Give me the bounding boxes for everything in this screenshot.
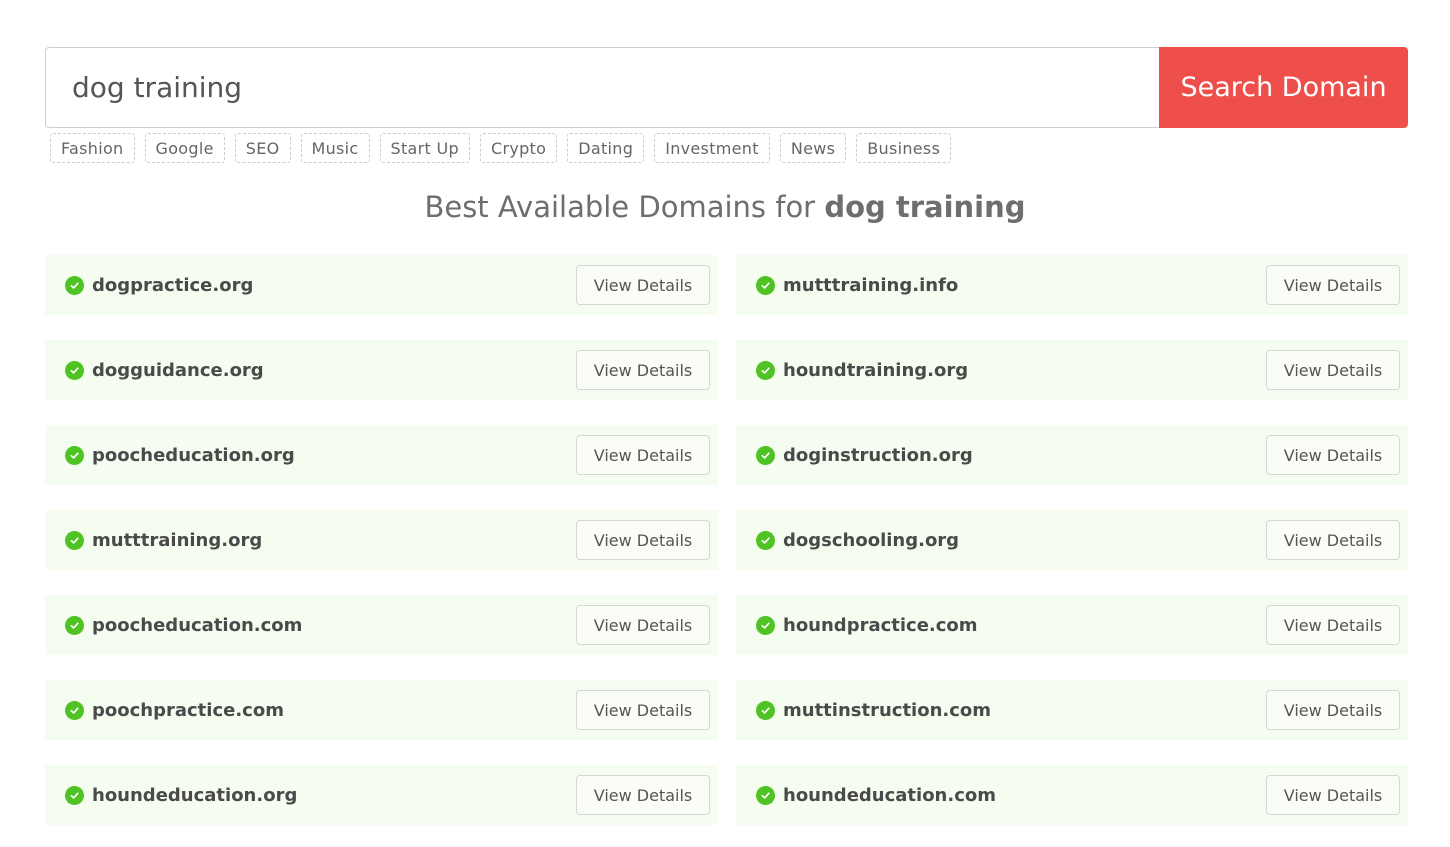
check-circle-icon	[65, 785, 84, 805]
domain-name: mutttraining.info	[783, 274, 959, 296]
checkmark-glyph	[761, 451, 770, 459]
check-circle-icon	[65, 275, 84, 295]
domain-result-row: dogschooling.org View Details	[736, 510, 1408, 570]
checkmark-glyph	[70, 621, 79, 629]
checkmark-glyph	[70, 366, 79, 374]
checkmark-glyph	[761, 791, 770, 799]
view-details-button[interactable]: View Details	[576, 265, 710, 305]
domain-result-row: houndpractice.com View Details	[736, 595, 1408, 655]
check-circle-icon	[65, 445, 84, 465]
domain-name: dogpractice.org	[92, 274, 254, 296]
search-domain-button[interactable]: Search Domain	[1159, 47, 1408, 128]
domain-result-row: houndeducation.org View Details	[45, 765, 718, 825]
domain-name: houndeducation.org	[92, 784, 298, 806]
heading-keyword: dog training	[824, 190, 1026, 224]
check-circle-icon	[756, 700, 775, 720]
domain-result-row: poochpractice.com View Details	[45, 680, 718, 740]
check-circle-icon	[756, 530, 775, 550]
domain-name: muttinstruction.com	[783, 699, 992, 721]
checkmark-glyph	[70, 281, 79, 289]
view-details-button[interactable]: View Details	[576, 690, 710, 730]
domain-result-row: houndtraining.org View Details	[736, 340, 1408, 400]
search-input[interactable]	[45, 47, 1159, 128]
view-details-button[interactable]: View Details	[1266, 265, 1400, 305]
view-details-button[interactable]: View Details	[576, 775, 710, 815]
results-heading: Best Available Domains for dog training	[0, 190, 1450, 224]
checkmark-glyph	[761, 366, 770, 374]
tag-investment[interactable]: Investment	[654, 133, 770, 163]
check-circle-icon	[756, 445, 775, 465]
tag-music[interactable]: Music	[300, 133, 370, 163]
checkmark-glyph	[70, 791, 79, 799]
checkmark-glyph	[761, 281, 770, 289]
view-details-button[interactable]: View Details	[1266, 690, 1400, 730]
domain-name: houndeducation.com	[783, 784, 997, 806]
domain-result-row: dogguidance.org View Details	[45, 340, 718, 400]
view-details-button[interactable]: View Details	[1266, 350, 1400, 390]
tag-fashion[interactable]: Fashion	[50, 133, 135, 163]
view-details-button[interactable]: View Details	[1266, 775, 1400, 815]
tag-google[interactable]: Google	[144, 133, 225, 163]
check-circle-icon	[756, 275, 775, 295]
category-tags: Fashion Google SEO Music Start Up Crypto…	[50, 133, 952, 163]
checkmark-glyph	[70, 536, 79, 544]
heading-prefix: Best Available Domains for	[424, 190, 825, 224]
search-bar: Search Domain	[45, 47, 1408, 128]
domain-result-row: mutttraining.info View Details	[736, 255, 1408, 315]
tag-dating[interactable]: Dating	[567, 133, 645, 163]
domain-result-row: houndeducation.com View Details	[736, 765, 1408, 825]
domain-name: doginstruction.org	[783, 444, 973, 466]
checkmark-glyph	[761, 536, 770, 544]
domain-results: dogpractice.org View Details mutttraining.…	[45, 255, 1408, 825]
check-circle-icon	[65, 700, 84, 720]
view-details-button[interactable]: View Details	[1266, 605, 1400, 645]
checkmark-glyph	[761, 621, 770, 629]
view-details-button[interactable]: View Details	[576, 350, 710, 390]
checkmark-glyph	[70, 706, 79, 714]
view-details-button[interactable]: View Details	[1266, 435, 1400, 475]
domain-result-row: doginstruction.org View Details	[736, 425, 1408, 485]
domain-name: dogguidance.org	[92, 359, 264, 381]
domain-name: poocheducation.org	[92, 444, 295, 466]
check-circle-icon	[65, 615, 84, 635]
domain-name: poocheducation.com	[92, 614, 303, 636]
tag-crypto[interactable]: Crypto	[479, 133, 558, 163]
check-circle-icon	[756, 615, 775, 635]
checkmark-glyph	[761, 706, 770, 714]
domain-name: poochpractice.com	[92, 699, 284, 721]
check-circle-icon	[756, 785, 775, 805]
check-circle-icon	[756, 360, 775, 380]
domain-result-row: poocheducation.org View Details	[45, 425, 718, 485]
tag-business[interactable]: Business	[856, 133, 952, 163]
checkmark-glyph	[70, 451, 79, 459]
view-details-button[interactable]: View Details	[576, 435, 710, 475]
tag-start-up[interactable]: Start Up	[379, 133, 470, 163]
domain-name: mutttraining.org	[92, 529, 263, 551]
domain-result-row: poocheducation.com View Details	[45, 595, 718, 655]
tag-news[interactable]: News	[779, 133, 847, 163]
view-details-button[interactable]: View Details	[576, 520, 710, 560]
domain-result-row: mutttraining.org View Details	[45, 510, 718, 570]
domain-name: houndtraining.org	[783, 359, 969, 381]
view-details-button[interactable]: View Details	[576, 605, 710, 645]
domain-result-row: muttinstruction.com View Details	[736, 680, 1408, 740]
tag-seo[interactable]: SEO	[234, 133, 291, 163]
domain-result-row: dogpractice.org View Details	[45, 255, 718, 315]
domain-name: dogschooling.org	[783, 529, 960, 551]
domain-name: houndpractice.com	[783, 614, 978, 636]
check-circle-icon	[65, 360, 84, 380]
view-details-button[interactable]: View Details	[1266, 520, 1400, 560]
check-circle-icon	[65, 530, 84, 550]
